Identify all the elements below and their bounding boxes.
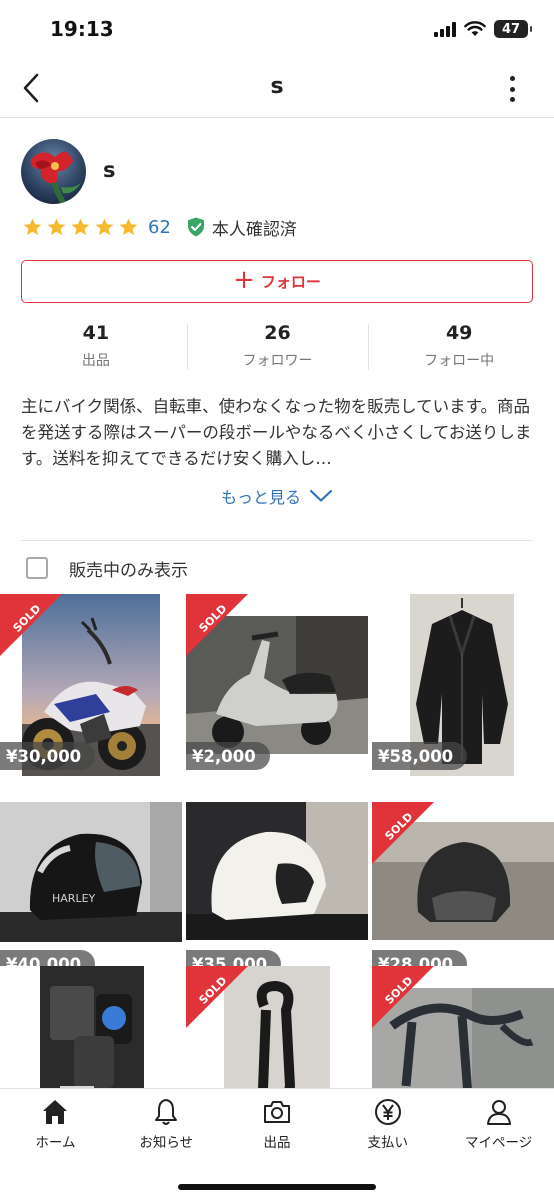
tab-mypage[interactable]: マイページ xyxy=(443,1097,554,1151)
on-sale-checkbox[interactable] xyxy=(26,557,48,579)
show-more-label: もっと見る xyxy=(220,488,301,507)
sold-ribbon: SOLD xyxy=(186,966,248,1028)
chevron-down-icon xyxy=(309,489,333,502)
page-title: s xyxy=(270,74,284,99)
bell-icon xyxy=(155,1099,178,1125)
tab-home[interactable]: ホーム xyxy=(0,1097,111,1151)
follow-button[interactable]: + フォロー xyxy=(21,260,533,303)
item-photo-intercom xyxy=(0,966,182,1090)
tab-label: 支払い xyxy=(367,1135,409,1151)
status-time: 19:13 xyxy=(50,17,114,41)
item-tile[interactable]: SOLD ¥30,000 xyxy=(0,594,182,776)
stat-followers[interactable]: 26 フォロワー xyxy=(186,322,369,372)
sold-ribbon: SOLD xyxy=(186,594,248,656)
status-bar: 19:13 47 xyxy=(0,0,554,60)
sold-ribbon: SOLD xyxy=(0,594,62,656)
plus-icon: + xyxy=(233,265,255,295)
on-sale-filter[interactable]: 販売中のみ表示 xyxy=(26,556,188,581)
home-icon xyxy=(43,1100,68,1124)
stat-value: 26 xyxy=(264,322,291,344)
rating-row[interactable]: 62 本人確認済 xyxy=(22,214,297,240)
stat-value: 41 xyxy=(82,322,110,344)
star-icon xyxy=(71,218,90,235)
item-tile[interactable] xyxy=(0,966,182,1090)
sold-ribbon: SOLD xyxy=(372,802,434,864)
star-icon xyxy=(119,218,138,235)
tab-label: ホーム xyxy=(35,1135,76,1151)
item-price: ¥30,000 xyxy=(0,742,96,770)
item-tile[interactable]: SOLD ¥28,000 xyxy=(372,802,554,984)
avatar[interactable] xyxy=(21,139,86,204)
tab-label: お知らせ xyxy=(139,1135,194,1151)
tab-label: マイページ xyxy=(464,1135,533,1151)
yen-icon xyxy=(374,1099,401,1125)
follow-button-label: フォロー xyxy=(260,273,321,291)
more-options-icon[interactable] xyxy=(508,76,516,102)
battery-icon: 47 xyxy=(494,20,532,38)
item-tile[interactable]: HARLEY ¥40,000 xyxy=(0,802,182,984)
profile-stats: 41 出品 26 フォロワー 49 フォロー中 xyxy=(5,322,550,372)
item-tile[interactable]: SOLD xyxy=(186,966,368,1090)
nav-bar: s xyxy=(0,60,554,118)
sold-ribbon: SOLD xyxy=(372,966,434,1028)
home-indicator xyxy=(178,1184,376,1190)
stat-label: フォロワー xyxy=(242,353,313,369)
tab-notifications[interactable]: お知らせ xyxy=(111,1097,222,1151)
wifi-icon xyxy=(464,21,486,36)
svg-text:HARLEY: HARLEY xyxy=(52,892,96,905)
bottom-tab-bar: ホーム お知らせ 出品 支払い マイページ xyxy=(0,1088,554,1200)
show-more-link[interactable]: もっと見る xyxy=(0,484,554,508)
tab-label: 出品 xyxy=(263,1135,291,1151)
tab-sell[interactable]: 出品 xyxy=(222,1097,333,1151)
star-icon xyxy=(23,218,42,235)
status-icons: 47 xyxy=(434,20,532,38)
star-icon xyxy=(47,218,66,235)
item-price: ¥2,000 xyxy=(186,742,270,770)
item-tile[interactable]: ¥35,000 xyxy=(186,802,368,984)
stat-label: 出品 xyxy=(81,353,110,369)
item-tile[interactable]: ¥58,000 xyxy=(372,594,554,776)
stat-following[interactable]: 49 フォロー中 xyxy=(368,322,550,372)
verified-label: 本人確認済 xyxy=(211,219,297,240)
stat-value: 49 xyxy=(445,322,473,344)
stat-listings[interactable]: 41 出品 xyxy=(5,322,187,372)
item-tile[interactable]: SOLD xyxy=(372,966,554,1090)
rating-stars xyxy=(22,217,139,238)
camera-icon xyxy=(263,1101,290,1123)
item-price: ¥58,000 xyxy=(372,742,468,770)
profile-bio: 主にバイク関係、自転車、使わなくなった物を販売しています。商品を発送する際はスー… xyxy=(21,397,532,468)
verified-shield-icon xyxy=(187,217,204,237)
profile-name: s xyxy=(103,158,116,182)
cellular-signal-icon xyxy=(434,21,456,37)
verified-badge: 本人確認済 xyxy=(187,215,297,240)
stat-label: フォロー中 xyxy=(424,353,495,369)
item-grid: SOLD ¥30,000 SOLD ¥2,000 ¥58,000 HARLEY … xyxy=(0,594,554,1090)
star-icon xyxy=(95,218,114,235)
item-tile[interactable]: SOLD ¥2,000 xyxy=(186,594,368,776)
rating-count[interactable]: 62 xyxy=(148,217,171,238)
on-sale-filter-label: 販売中のみ表示 xyxy=(69,560,188,581)
tab-payment[interactable]: 支払い xyxy=(332,1097,443,1151)
person-icon xyxy=(486,1100,511,1125)
divider xyxy=(21,540,533,541)
